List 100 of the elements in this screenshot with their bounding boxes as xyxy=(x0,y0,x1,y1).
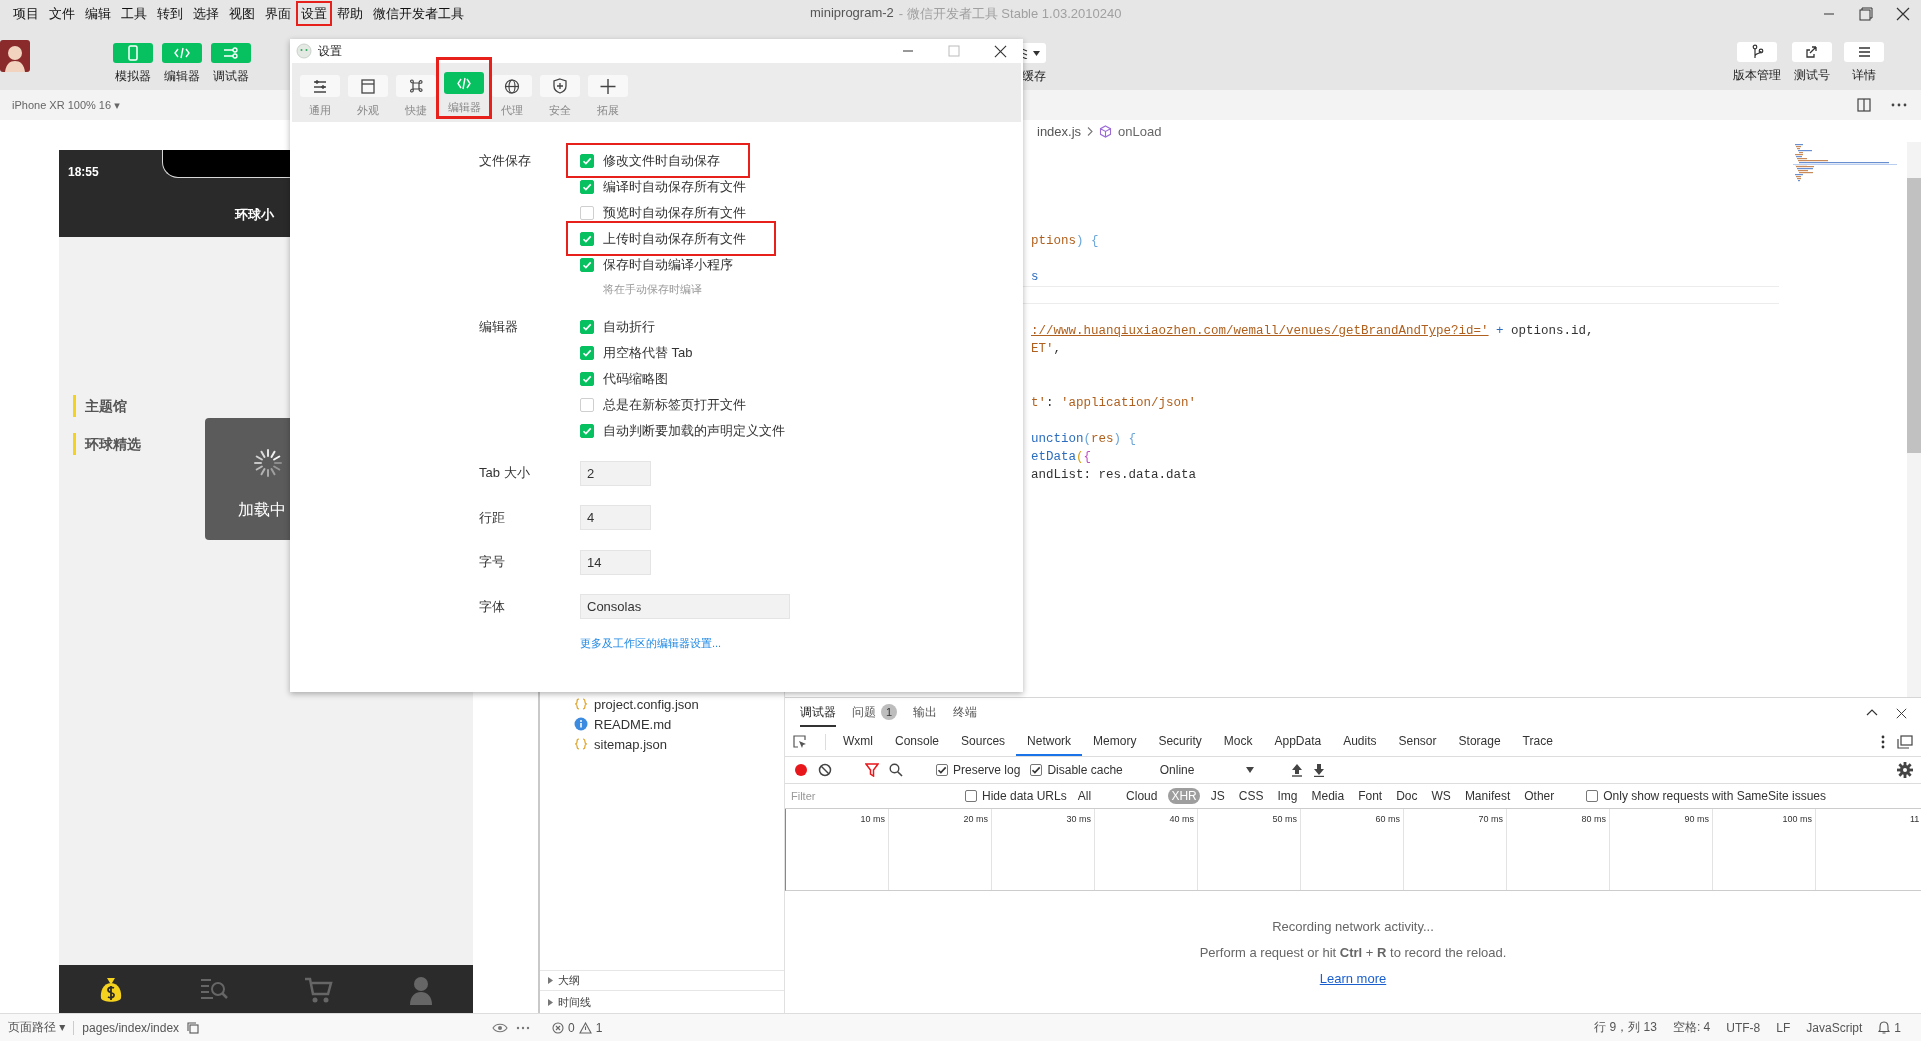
checkbox[interactable]: Preserve log xyxy=(936,763,1021,777)
maximize-icon[interactable] xyxy=(1858,6,1873,21)
devtools-tab[interactable]: Sources xyxy=(950,728,1017,756)
checkbox[interactable]: 总是在新标签页打开文件 xyxy=(578,392,748,418)
type-filter[interactable]: WS xyxy=(1428,788,1454,804)
menu-item[interactable]: 微信开发者工具 xyxy=(368,1,469,26)
throttle-dropdown[interactable]: Online xyxy=(1155,761,1259,779)
panel-tab[interactable]: 调试器 xyxy=(800,699,836,727)
status-item[interactable]: 空格: 4 xyxy=(1672,1019,1711,1036)
status-item[interactable]: 行 9，列 13 xyxy=(1594,1019,1657,1036)
checkbox[interactable]: 上传时自动保存所有文件 xyxy=(566,221,776,256)
type-filter[interactable]: All xyxy=(1074,788,1095,804)
close-icon[interactable] xyxy=(993,44,1007,58)
more-icon[interactable] xyxy=(516,1025,530,1030)
menu-item[interactable]: 界面 xyxy=(260,1,296,26)
devtools-tab[interactable]: Sensor xyxy=(1387,728,1448,756)
menu-item[interactable]: 工具 xyxy=(116,1,152,26)
input-field[interactable]: 4 xyxy=(580,505,651,530)
type-filter[interactable]: CSS xyxy=(1235,788,1267,804)
input-field[interactable]: 14 xyxy=(580,549,651,575)
type-filter[interactable]: Img xyxy=(1274,788,1301,804)
type-filter[interactable]: Other xyxy=(1521,788,1558,804)
menu-item[interactable]: 帮助 xyxy=(332,1,368,26)
type-filter[interactable]: Media xyxy=(1308,788,1348,804)
checkbox[interactable]: Hide data URLs xyxy=(965,789,1067,803)
category-item[interactable]: 环球精选 xyxy=(73,433,141,455)
checkbox[interactable]: 用空格代替 Tab xyxy=(578,340,695,366)
panel-tab[interactable]: 终端 xyxy=(953,699,977,727)
breadcrumb-item[interactable]: index.js xyxy=(1037,123,1082,139)
person-icon[interactable] xyxy=(408,975,435,1005)
status-item[interactable]: JavaScript xyxy=(1806,1020,1863,1035)
checkbox[interactable]: 修改文件时自动保存 xyxy=(566,143,750,178)
filter-icon[interactable] xyxy=(865,763,879,777)
devtools-tab[interactable]: Network xyxy=(1016,728,1083,756)
type-filter[interactable]: Cloud xyxy=(1123,788,1161,804)
copy-icon[interactable] xyxy=(187,1021,200,1034)
close-icon[interactable] xyxy=(1895,6,1910,21)
toolbar-button[interactable]: 模拟器 xyxy=(112,43,153,85)
type-filter[interactable]: Font xyxy=(1355,788,1386,804)
more-icon[interactable] xyxy=(1891,103,1907,107)
type-filter[interactable]: Manifest xyxy=(1461,788,1514,804)
clear-icon[interactable] xyxy=(818,763,832,777)
toolbar-button[interactable]: 测试号 xyxy=(1791,42,1833,84)
chevron-up-icon[interactable] xyxy=(1866,707,1878,716)
menu-item[interactable]: 选择 xyxy=(188,1,224,26)
devtools-tab[interactable]: Wxml xyxy=(832,728,884,756)
devtools-tab[interactable]: Storage xyxy=(1447,728,1512,756)
panel-header[interactable]: 大纲 xyxy=(540,970,784,990)
page-path-menu[interactable]: 页面路径 ▾ xyxy=(8,1019,66,1036)
menu-item[interactable]: 编辑 xyxy=(80,1,116,26)
status-item[interactable]: LF xyxy=(1776,1020,1791,1035)
scrollbar[interactable] xyxy=(1907,178,1921,453)
category-item[interactable]: 主题馆 xyxy=(73,395,127,417)
panel-tab[interactable]: 问题 1 xyxy=(852,699,897,727)
menu-item[interactable]: 文件 xyxy=(44,1,80,26)
checkbox[interactable]: Disable cache xyxy=(1030,763,1123,777)
checkbox[interactable]: 自动折行 xyxy=(578,314,657,340)
eye-icon[interactable] xyxy=(492,1022,508,1033)
breadcrumb-item[interactable]: onLoad xyxy=(1118,123,1162,139)
devtools-tab[interactable]: Audits xyxy=(1332,728,1388,756)
devtools-tab[interactable]: Memory xyxy=(1082,728,1148,756)
devtools-tab[interactable]: Trace xyxy=(1511,728,1564,756)
split-icon[interactable] xyxy=(1857,98,1871,112)
warning-count[interactable]: 1 xyxy=(595,1020,603,1035)
status-item[interactable]: UTF-8 xyxy=(1726,1020,1761,1035)
learn-more-link[interactable]: Learn more xyxy=(1319,971,1387,986)
toolbar-button[interactable]: 详情 xyxy=(1843,42,1885,84)
upload-icon[interactable] xyxy=(1291,763,1304,777)
panel-tab[interactable]: 输出 xyxy=(913,699,937,727)
file-name[interactable]: sitemap.json xyxy=(594,736,667,752)
kebab-icon[interactable] xyxy=(1881,735,1885,749)
menu-item[interactable]: 项目 xyxy=(8,1,44,26)
settings-icon[interactable] xyxy=(1897,762,1913,778)
file-name[interactable]: README.md xyxy=(594,716,672,732)
close-icon[interactable] xyxy=(1896,707,1907,719)
checkbox[interactable]: 自动判断要加载的声明定义文件 xyxy=(578,418,787,444)
dock-icon[interactable] xyxy=(1897,735,1913,749)
devtools-tab[interactable]: AppData xyxy=(1263,728,1333,756)
devtools-tab[interactable]: Console xyxy=(884,728,951,756)
toolbar-button[interactable]: 版本管理 xyxy=(1733,42,1781,84)
download-icon[interactable] xyxy=(1313,763,1326,777)
type-filter[interactable]: JS xyxy=(1207,788,1228,804)
type-filter[interactable]: Doc xyxy=(1393,788,1421,804)
bell-icon[interactable] xyxy=(1878,1021,1891,1034)
error-count[interactable]: 0 xyxy=(568,1020,575,1035)
cart-icon[interactable] xyxy=(302,975,333,1005)
devtools-tab[interactable]: Security xyxy=(1147,728,1213,756)
menu-item[interactable]: 转到 xyxy=(152,1,188,26)
record-icon[interactable] xyxy=(794,763,808,777)
toolbar-button[interactable]: 调试器 xyxy=(210,43,251,85)
toolbar-button[interactable]: 编辑器 xyxy=(161,43,202,85)
menu-item[interactable]: 设置 xyxy=(296,1,332,26)
inspect-icon[interactable] xyxy=(793,735,807,749)
checkbox[interactable]: 代码缩略图 xyxy=(578,366,670,392)
input-field[interactable]: 2 xyxy=(580,460,651,486)
settings-link[interactable]: 更多及工作区的编辑器设置... xyxy=(580,636,722,651)
file-name[interactable]: project.config.json xyxy=(594,696,699,712)
search-icon[interactable] xyxy=(889,763,903,777)
menu-item[interactable]: 视图 xyxy=(224,1,260,26)
devtools-tab[interactable]: Mock xyxy=(1212,728,1264,756)
